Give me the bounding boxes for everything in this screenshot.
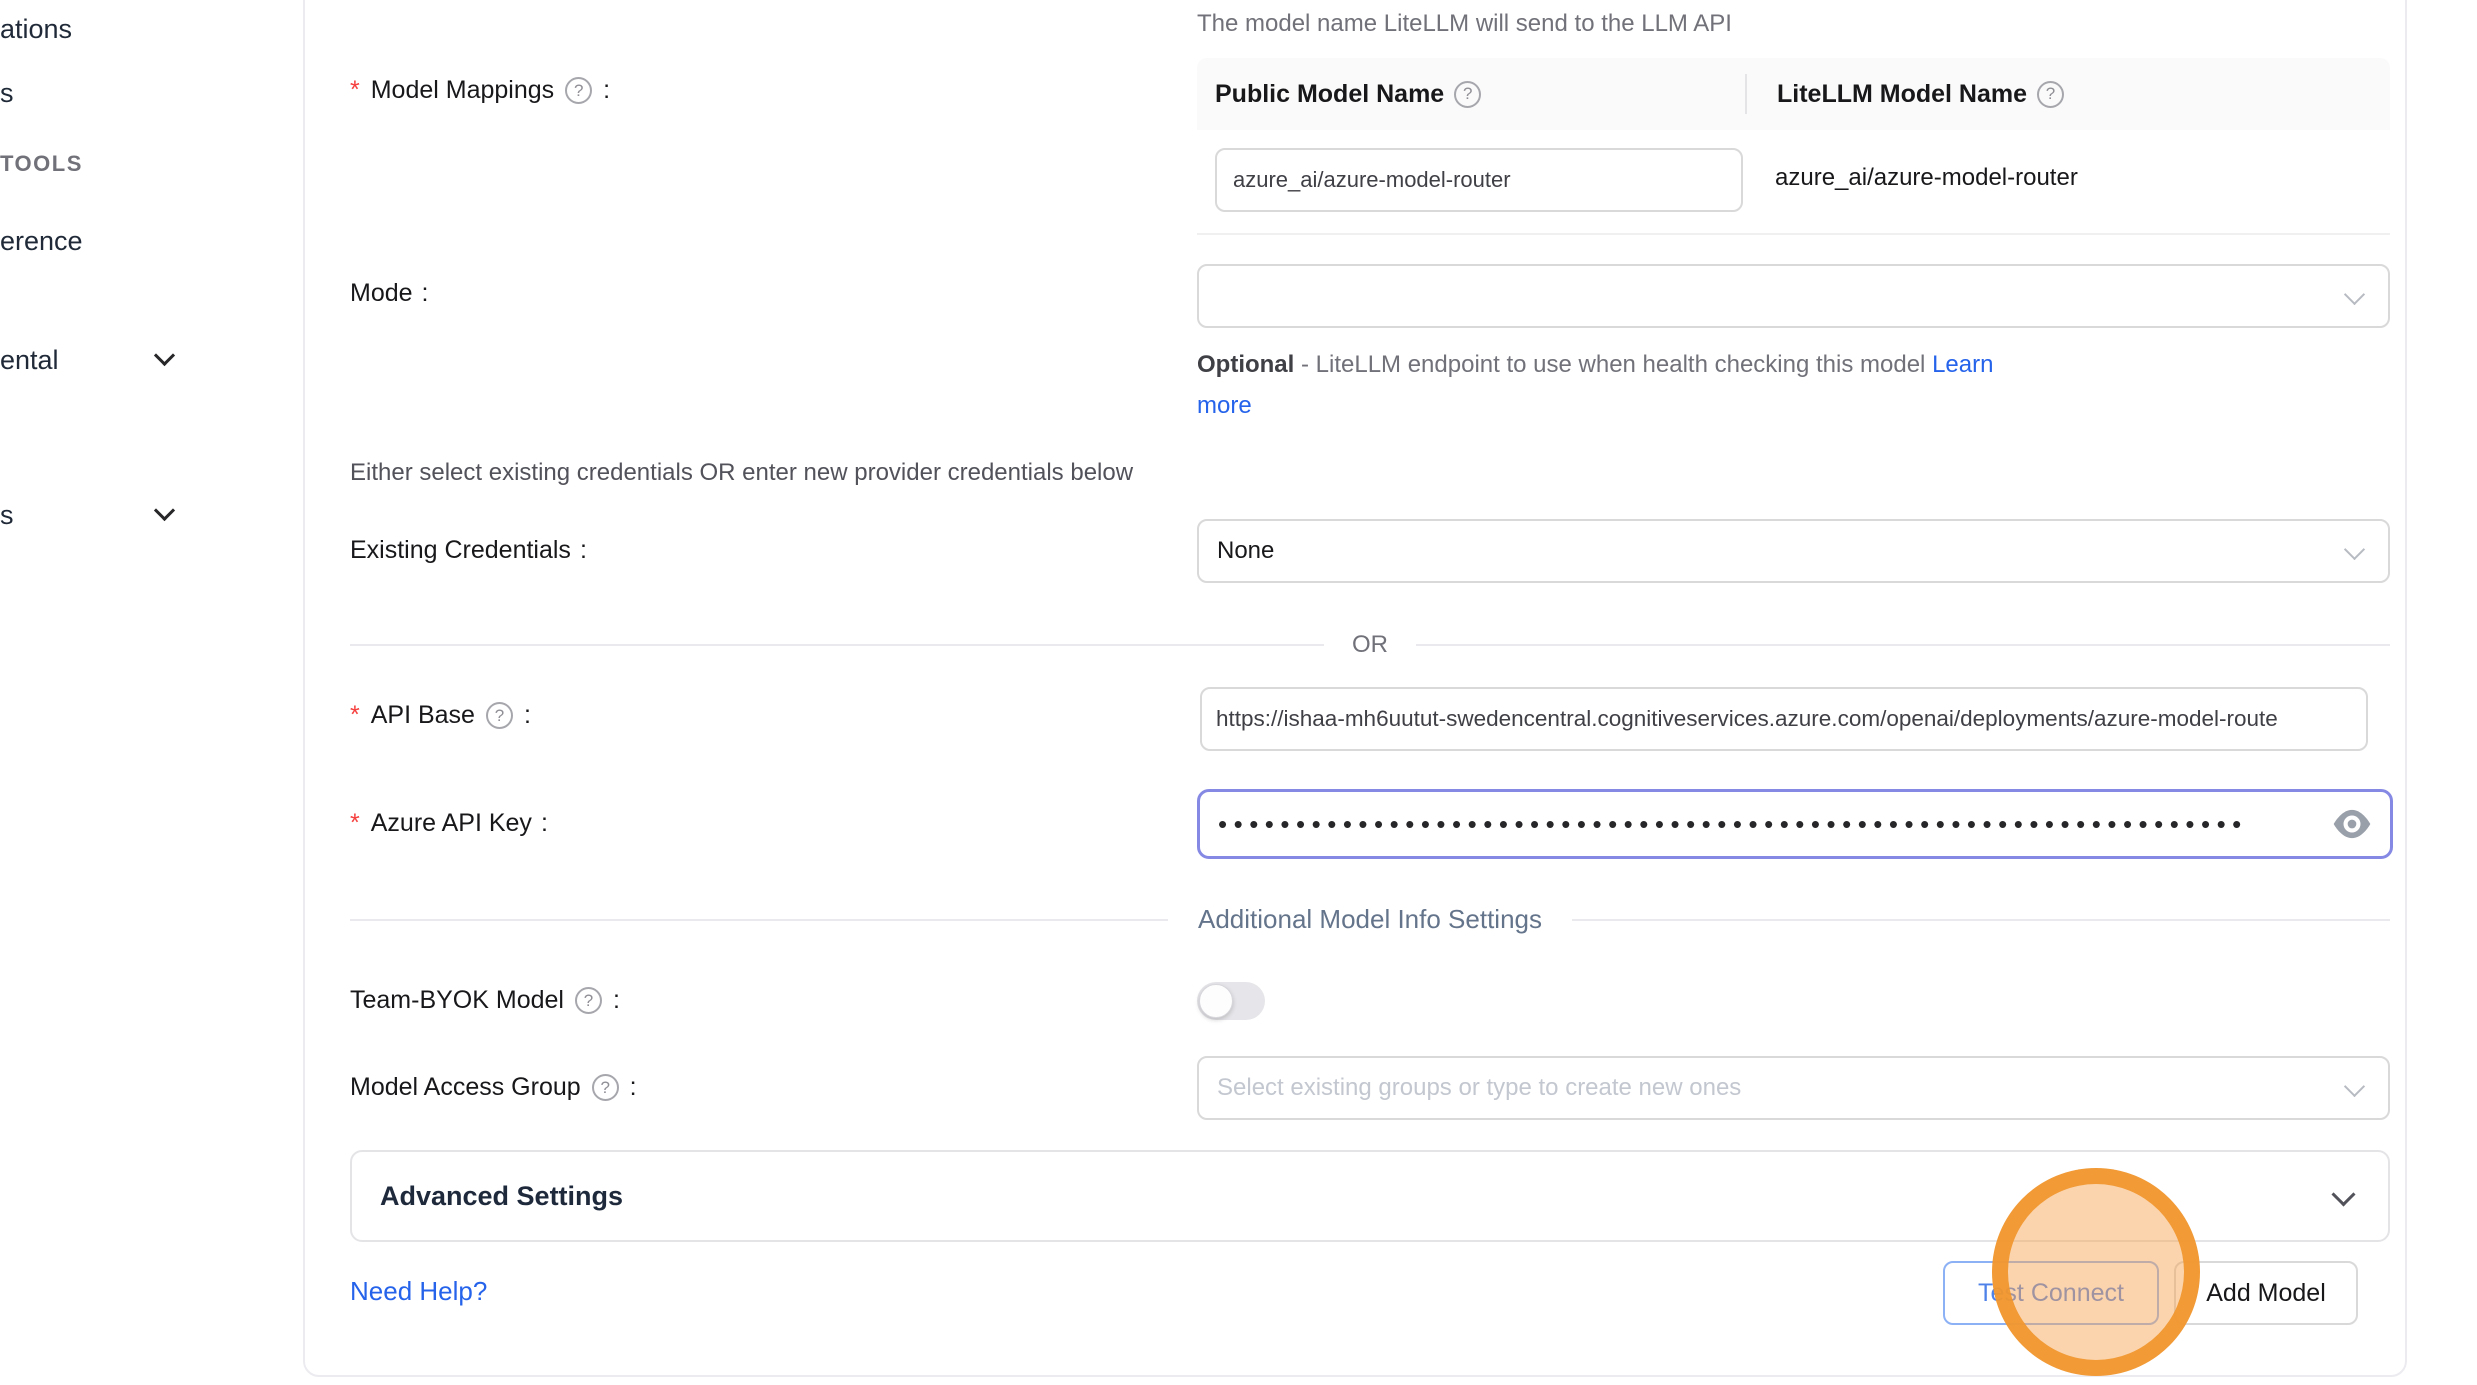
sidebar-section-tools: TOOLS [0, 151, 83, 177]
model-name-helper-text: The model name LiteLLM will send to the … [1197, 10, 1732, 38]
help-icon[interactable]: ? [2037, 81, 2064, 108]
chevron-down-icon[interactable] [154, 500, 175, 521]
sidebar-item-ations[interactable]: ations [0, 14, 72, 45]
litellm-model-name-value: azure_ai/azure-model-router [1775, 164, 2078, 192]
azure-api-key-input[interactable]: ••••••••••••••••••••••••••••••••••••••••… [1197, 789, 2393, 859]
public-model-name-input[interactable]: azure_ai/azure-model-router [1215, 148, 1743, 212]
toggle-knob [1199, 984, 1233, 1018]
help-icon[interactable]: ? [1454, 81, 1481, 108]
mode-select[interactable] [1197, 264, 2390, 328]
chevron-down-icon[interactable] [154, 345, 175, 366]
chevron-down-icon [2344, 1076, 2365, 1097]
sidebar-item-s1[interactable]: s [0, 78, 14, 109]
azure-api-key-label: * Azure API Key : [350, 809, 548, 838]
existing-credentials-select[interactable]: None [1197, 519, 2390, 583]
select-placeholder: Select existing groups or type to create… [1199, 1074, 1741, 1102]
chevron-down-icon [2331, 1182, 2355, 1206]
advanced-settings-panel[interactable]: Advanced Settings [350, 1150, 2390, 1242]
model-access-group-label: Model Access Group ? : [350, 1073, 637, 1102]
advanced-settings-title: Advanced Settings [352, 1181, 623, 1212]
team-byok-label: Team-BYOK Model ? : [350, 986, 620, 1015]
required-asterisk: * [350, 76, 360, 105]
sidebar-item-ental[interactable]: ental [0, 345, 59, 376]
chevron-down-icon [2344, 284, 2365, 305]
help-icon[interactable]: ? [486, 702, 513, 729]
sidebar-item-erence[interactable]: erence [0, 226, 83, 257]
add-model-page: ations s TOOLS erence ental s The model … [0, 0, 2477, 1385]
masked-password-value: ••••••••••••••••••••••••••••••••••••••••… [1200, 809, 2295, 840]
or-divider: OR [350, 631, 2390, 659]
model-mappings-table-header: Public Model Name ? LiteLLM Model Name ? [1197, 58, 2390, 130]
existing-credentials-label: Existing Credentials : [350, 536, 587, 565]
litellm-model-name-header: LiteLLM Model Name ? [1747, 80, 2066, 109]
help-icon[interactable]: ? [565, 77, 592, 104]
help-icon[interactable]: ? [575, 987, 602, 1014]
table-row-divider [1197, 233, 2390, 235]
api-base-label: * API Base ? : [350, 701, 531, 730]
help-icon[interactable]: ? [592, 1074, 619, 1101]
sidebar-item-s2[interactable]: s [0, 500, 14, 531]
required-asterisk: * [350, 701, 360, 730]
required-asterisk: * [350, 809, 360, 838]
public-model-name-header: Public Model Name ? [1197, 80, 1745, 109]
model-mappings-label: * Model Mappings ? : [350, 76, 610, 105]
chevron-down-icon [2344, 539, 2365, 560]
credentials-note: Either select existing credentials OR en… [350, 459, 1133, 487]
additional-settings-divider: Additional Model Info Settings [350, 904, 2390, 935]
add-model-button[interactable]: Add Model [2174, 1261, 2358, 1325]
test-connect-button[interactable]: Test Connect [1943, 1261, 2159, 1325]
api-base-input[interactable]: https://ishaa-mh6uutut-swedencentral.cog… [1200, 687, 2368, 751]
mode-hint: Optional - LiteLLM endpoint to use when … [1197, 344, 2032, 426]
mode-label: Mode : [350, 279, 429, 308]
model-access-group-select[interactable]: Select existing groups or type to create… [1197, 1056, 2390, 1120]
eye-icon[interactable] [2332, 809, 2372, 839]
team-byok-toggle[interactable] [1197, 982, 1265, 1020]
need-help-link[interactable]: Need Help? [350, 1276, 487, 1307]
